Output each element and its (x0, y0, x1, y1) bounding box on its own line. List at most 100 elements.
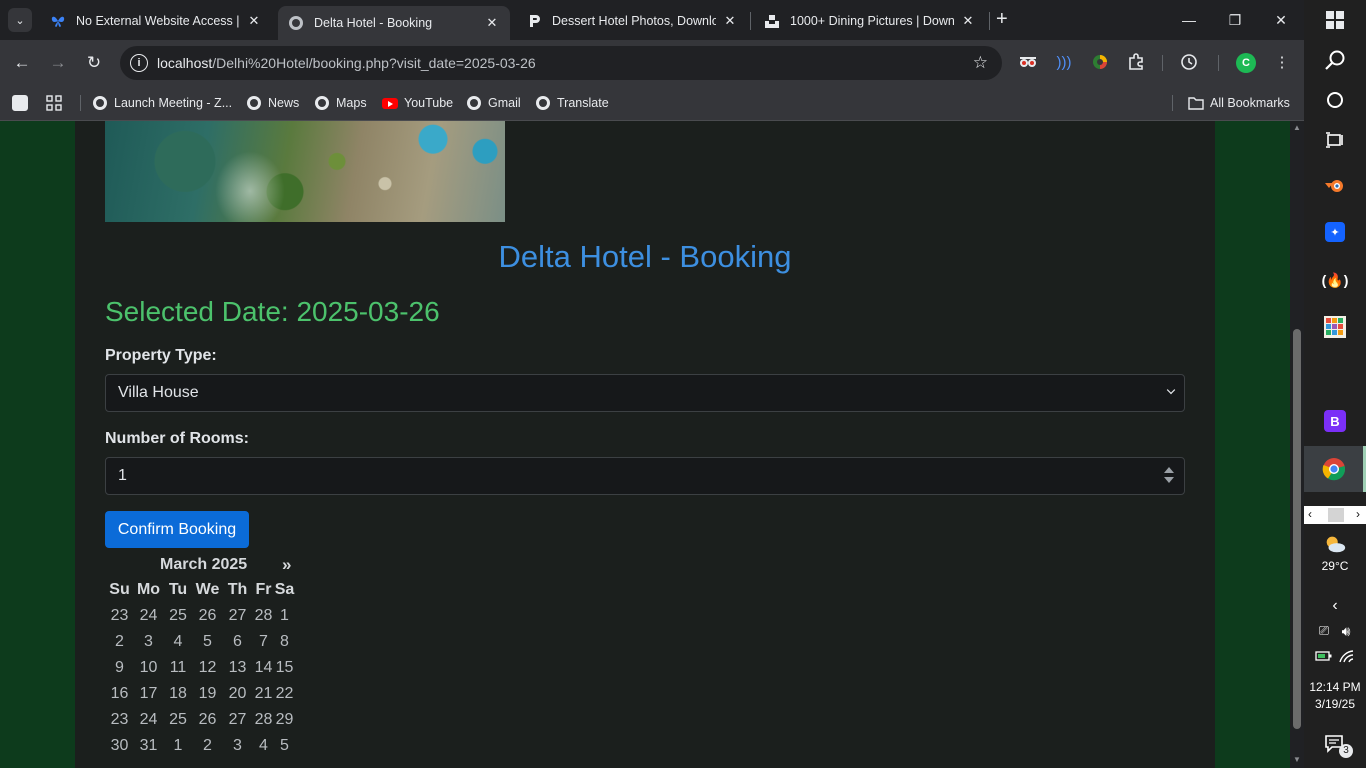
bookmark-youtube[interactable]: YouTube (382, 92, 453, 114)
calendar-day[interactable]: 7 (253, 629, 274, 655)
calendar-day[interactable]: 22 (274, 681, 295, 707)
task-view-icon[interactable] (1323, 128, 1347, 152)
rooms-input[interactable]: 1 (105, 457, 1185, 495)
bookmark-translate[interactable]: Translate (535, 92, 609, 114)
calendar-day[interactable]: 8 (274, 629, 295, 655)
minimize-button[interactable]: — (1166, 6, 1212, 34)
calendar-day[interactable]: 12 (193, 655, 222, 681)
tab-dining-pictures[interactable]: 1000+ Dining Pictures | Downlo ✕ (754, 6, 986, 36)
close-tab-icon[interactable]: ✕ (960, 13, 976, 29)
spinner-up-icon[interactable] (1164, 467, 1174, 473)
site-info-icon[interactable]: i (130, 54, 148, 72)
calendar-day[interactable]: 27 (222, 707, 253, 733)
tab-search-button[interactable]: ⌄ (8, 8, 32, 32)
calendar-day[interactable]: 24 (134, 603, 163, 629)
scroll-down-icon[interactable]: ▼ (1293, 755, 1301, 764)
windows-start-icon[interactable] (1323, 8, 1347, 32)
spy-extension-icon[interactable] (1018, 52, 1038, 72)
color-extension-icon[interactable] (1090, 52, 1110, 72)
calendar-day[interactable]: 16 (105, 681, 134, 707)
extensions-puzzle-icon[interactable] (1126, 52, 1146, 72)
calendar-day[interactable]: 18 (163, 681, 193, 707)
calendar-day[interactable]: 1 (163, 733, 193, 759)
bookmark-star-icon[interactable]: ☆ (973, 53, 988, 73)
calendar-day[interactable]: 24 (134, 707, 163, 733)
sidebar-toggle-icon[interactable] (12, 92, 28, 114)
calendar-day[interactable]: 4 (163, 629, 193, 655)
scroll-left-icon[interactable]: ‹ (1308, 507, 1312, 521)
close-tab-icon[interactable]: ✕ (246, 13, 262, 29)
calendar-day[interactable]: 30 (105, 733, 134, 759)
blender-icon[interactable] (1323, 173, 1347, 197)
calendar-day[interactable]: 26 (193, 603, 222, 629)
calendar-day[interactable]: 6 (222, 629, 253, 655)
reload-button[interactable]: ↻ (82, 51, 106, 75)
history-icon[interactable] (1179, 52, 1199, 72)
freecodecamp-icon[interactable]: (🔥) (1322, 268, 1349, 292)
calendar-day[interactable]: 25 (163, 707, 193, 733)
tab-no-external-access[interactable]: No External Website Access | G ✕ (40, 6, 272, 36)
back-button[interactable]: ← (10, 51, 34, 75)
calendar-day[interactable]: 3 (134, 629, 163, 655)
calendar-day[interactable]: 20 (222, 681, 253, 707)
clock-date[interactable]: 3/19/25 (1304, 697, 1366, 711)
calendar-day[interactable]: 2 (193, 733, 222, 759)
address-bar[interactable]: i localhost/Delhi%20Hotel/booking.php?vi… (120, 46, 1002, 80)
calendar-day[interactable]: 5 (193, 629, 222, 655)
calendar-day[interactable]: 26 (193, 707, 222, 733)
calendar-day[interactable]: 25 (163, 603, 193, 629)
property-type-select[interactable]: Villa House (105, 374, 1185, 412)
battery-icon[interactable] (1312, 644, 1336, 668)
calendar-day[interactable]: 3 (222, 733, 253, 759)
close-tab-icon[interactable]: ✕ (722, 13, 738, 29)
calendar-day[interactable]: 17 (134, 681, 163, 707)
calendar-day[interactable]: 21 (253, 681, 274, 707)
wifi-icon[interactable] (1334, 644, 1358, 668)
close-window-button[interactable]: ✕ (1258, 6, 1304, 34)
weather-icon[interactable] (1323, 532, 1347, 556)
calendar-day[interactable]: 28 (253, 603, 274, 629)
taskbar-scroll-strip[interactable]: ‹ › (1304, 506, 1366, 524)
tab-dessert-hotel-photos[interactable]: Dessert Hotel Photos, Downloa ✕ (516, 6, 748, 36)
calendar-day[interactable]: 15 (274, 655, 295, 681)
app-blue-icon[interactable]: ✦ (1323, 220, 1347, 244)
clock-time[interactable]: 12:14 PM (1304, 680, 1366, 694)
forward-button[interactable]: → (46, 51, 70, 75)
weather-temperature[interactable]: 29°C (1304, 559, 1366, 573)
apps-grid-icon[interactable] (46, 92, 62, 114)
profile-avatar[interactable]: C (1236, 53, 1256, 73)
calendar-day[interactable]: 13 (222, 655, 253, 681)
calendar-day[interactable]: 14 (253, 655, 274, 681)
number-spinner[interactable] (1162, 467, 1176, 485)
scroll-up-icon[interactable]: ▲ (1293, 123, 1301, 132)
calendar-day[interactable]: 9 (105, 655, 134, 681)
more-menu-icon[interactable]: ⋮ (1272, 52, 1292, 72)
bootstrap-icon[interactable]: B (1323, 409, 1347, 433)
close-tab-icon[interactable]: ✕ (484, 15, 500, 31)
tab-delta-hotel[interactable]: Delta Hotel - Booking ✕ (278, 6, 510, 40)
calendar-day[interactable]: 5 (274, 733, 295, 759)
scrollbar-thumb[interactable] (1293, 329, 1301, 729)
meet-now-icon[interactable]: ⎚ (1312, 619, 1336, 643)
bookmark-gmail[interactable]: Gmail (466, 92, 521, 114)
bookmark-launch-meeting[interactable]: Launch Meeting - Z... (92, 92, 232, 114)
restore-button[interactable]: ❐ (1212, 6, 1258, 34)
calendar-day[interactable]: 29 (274, 707, 295, 733)
confirm-booking-button[interactable]: Confirm Booking (105, 511, 249, 548)
spinner-down-icon[interactable] (1164, 477, 1174, 483)
calendar-day[interactable]: 23 (105, 603, 134, 629)
calendar-day[interactable]: 11 (163, 655, 193, 681)
calendar-day[interactable]: 19 (193, 681, 222, 707)
all-bookmarks-button[interactable]: All Bookmarks (1188, 92, 1290, 114)
calendar-next-button[interactable]: » (282, 555, 291, 575)
page-scrollbar[interactable]: ▲ ▼ (1290, 121, 1304, 768)
search-icon[interactable] (1323, 48, 1347, 72)
chrome-taskbar-icon[interactable] (1304, 446, 1366, 492)
new-tab-button[interactable]: + (996, 9, 1008, 29)
url-text[interactable]: localhost/Delhi%20Hotel/booking.php?visi… (157, 55, 536, 71)
scroll-strip-thumb[interactable] (1328, 508, 1344, 522)
colorful-grid-app-icon[interactable] (1323, 315, 1347, 339)
calendar-day[interactable]: 1 (274, 603, 295, 629)
calendar-day[interactable]: 10 (134, 655, 163, 681)
calendar-day[interactable]: 31 (134, 733, 163, 759)
